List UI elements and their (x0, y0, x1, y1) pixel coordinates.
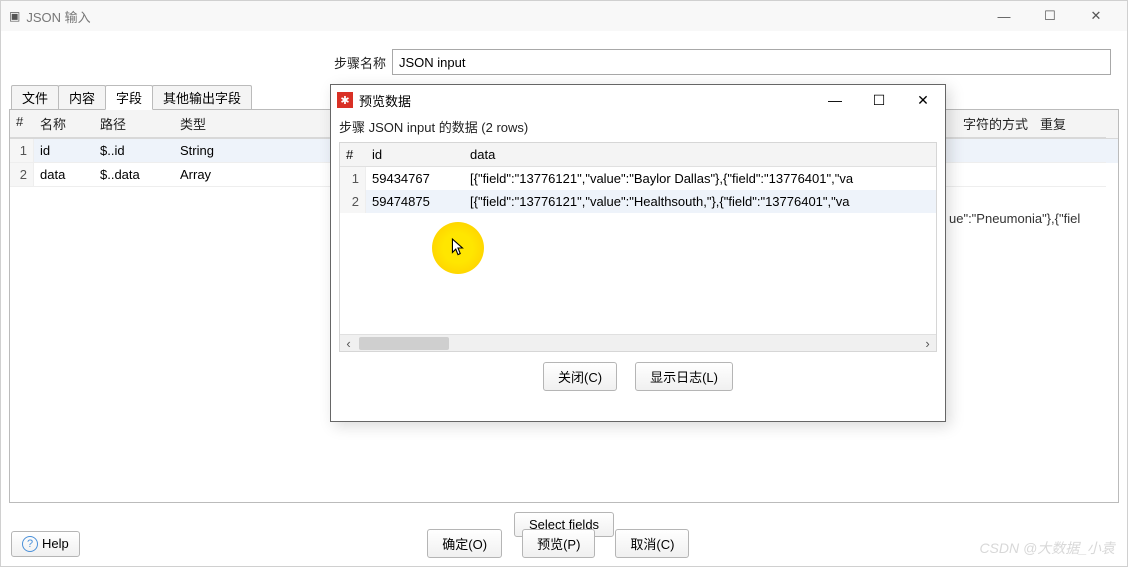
help-icon: ? (22, 536, 38, 552)
col-name[interactable]: 名称 (34, 110, 94, 138)
preview-log-btn[interactable]: 显示日志(L) (635, 362, 733, 391)
prow-data: [{"field":"13776121","value":"Healthsout… (464, 190, 936, 213)
tab-content[interactable]: 内容 (58, 85, 106, 110)
scroll-thumb[interactable] (359, 337, 449, 350)
preview-row[interactable]: 1 59434767 [{"field":"13776121","value":… (340, 167, 936, 190)
preview-maximize-button[interactable]: ☐ (863, 86, 895, 114)
cell-repeat[interactable] (1034, 163, 1106, 187)
pcol-id[interactable]: id (366, 143, 464, 166)
cell-charmode[interactable] (934, 163, 1034, 187)
step-name-row: 步骤名称 (1, 45, 1127, 79)
step-name-input[interactable] (392, 49, 1111, 75)
preview-titlebar[interactable]: ✱ 预览数据 — ☐ ✕ (331, 85, 945, 115)
col-path[interactable]: 路径 (94, 110, 174, 138)
cell-repeat[interactable] (1034, 139, 1106, 163)
cell-name[interactable]: id (34, 139, 94, 163)
cell-charmode[interactable] (934, 139, 1034, 163)
maximize-button[interactable]: ☐ (1027, 1, 1073, 31)
prow-data: [{"field":"13776121","value":"Baylor Dal… (464, 167, 936, 190)
preview-close-btn[interactable]: 关闭(C) (543, 362, 617, 391)
scroll-left-icon[interactable]: ‹ (340, 335, 357, 352)
preview-subtitle: 步骤 JSON input 的数据 (2 rows) (331, 115, 945, 140)
preview-button[interactable]: 预览(P) (522, 529, 595, 558)
preview-row[interactable]: 2 59474875 [{"field":"13776121","value":… (340, 190, 936, 213)
preview-data-dialog: ✱ 预览数据 — ☐ ✕ 步骤 JSON input 的数据 (2 rows) … (330, 84, 946, 422)
bottom-buttons: 确定(O) 预览(P) 取消(C) (427, 529, 689, 558)
prow-id: 59434767 (366, 167, 464, 190)
tab-fields[interactable]: 字段 (105, 85, 153, 110)
prow-id: 59474875 (366, 190, 464, 213)
preview-close-button[interactable]: ✕ (907, 86, 939, 114)
row-number: 1 (10, 139, 34, 163)
cancel-button[interactable]: 取消(C) (615, 529, 689, 558)
row-number: 2 (10, 163, 34, 187)
tab-other-output[interactable]: 其他输出字段 (152, 85, 252, 110)
preview-window-controls: — ☐ ✕ (819, 86, 939, 114)
close-button[interactable]: ✕ (1073, 1, 1119, 31)
help-button[interactable]: ? Help (11, 531, 80, 557)
help-label: Help (42, 536, 69, 551)
cell-path[interactable]: $..data (94, 163, 174, 187)
scroll-right-icon[interactable]: › (919, 335, 936, 352)
cell-name[interactable]: data (34, 163, 94, 187)
scroll-track[interactable] (357, 336, 919, 351)
horizontal-scrollbar[interactable]: ‹ › (340, 334, 936, 351)
window-title: JSON 输入 (26, 7, 90, 26)
preview-table-header: # id data (340, 143, 936, 167)
prow-num: 1 (340, 167, 366, 190)
minimize-button[interactable]: — (981, 1, 1027, 31)
preview-title: 预览数据 (359, 91, 411, 110)
col-repeat[interactable]: 重复 (1034, 110, 1106, 138)
preview-button-row: 关闭(C) 显示日志(L) (331, 354, 945, 401)
pcol-data[interactable]: data (464, 143, 936, 166)
preview-minimize-button[interactable]: — (819, 86, 851, 114)
preview-icon: ✱ (337, 92, 353, 108)
prow-num: 2 (340, 190, 366, 213)
col-charmode[interactable]: 字符的方式 (934, 110, 1034, 138)
cell-path[interactable]: $..id (94, 139, 174, 163)
pcol-num[interactable]: # (340, 143, 366, 166)
ok-button[interactable]: 确定(O) (427, 529, 502, 558)
preview-table[interactable]: # id data 1 59434767 [{"field":"13776121… (339, 142, 937, 352)
bottom-bar: ? Help 确定(O) 预览(P) 取消(C) (1, 529, 1127, 558)
step-name-label: 步骤名称 (334, 53, 386, 72)
col-num[interactable]: # (10, 110, 34, 138)
window-controls: — ☐ ✕ (981, 1, 1119, 31)
app-icon: ▣ (9, 9, 20, 23)
tab-file[interactable]: 文件 (11, 85, 59, 110)
main-titlebar[interactable]: ▣ JSON 输入 — ☐ ✕ (1, 1, 1127, 31)
